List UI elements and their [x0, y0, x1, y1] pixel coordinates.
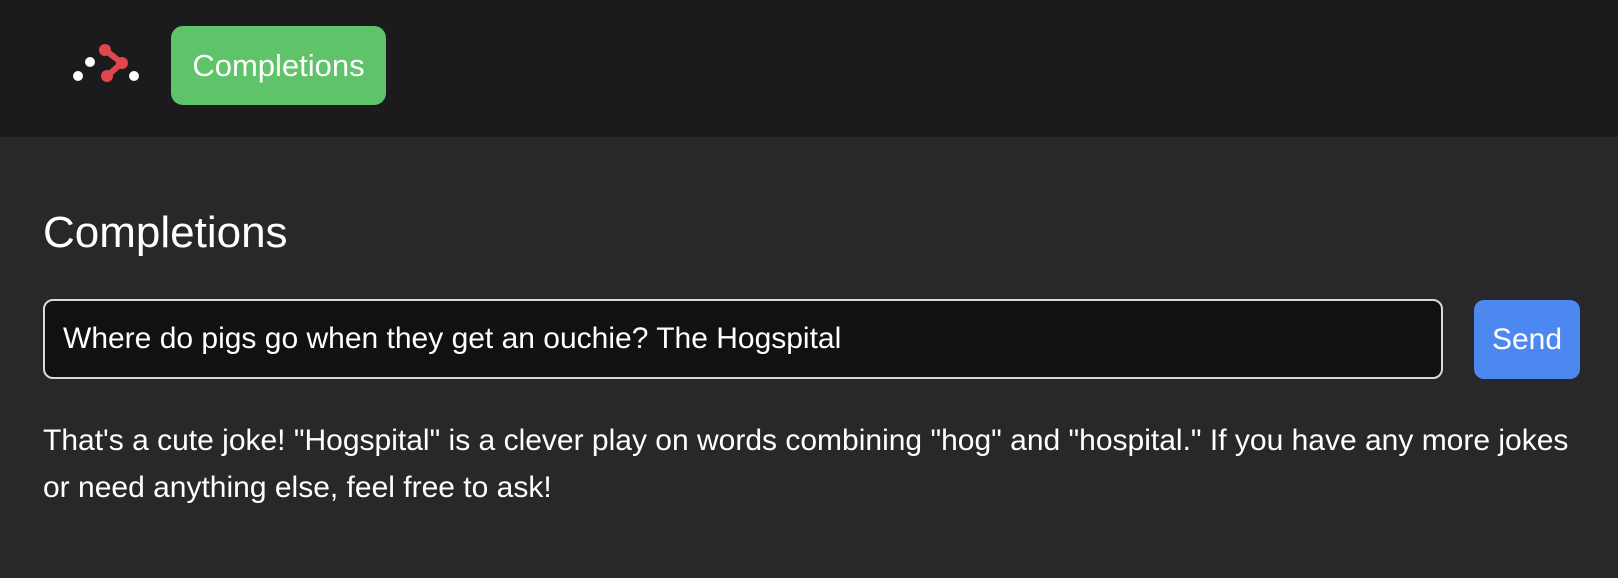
page-title: Completions [43, 208, 288, 257]
completion-response: That's a cute joke! "Hogspital" is a cle… [43, 424, 1569, 504]
prompt-input[interactable] [43, 299, 1443, 379]
app-window: Completions Completions Send That's a cu… [0, 0, 1618, 578]
top-navbar: Completions [0, 0, 1618, 137]
network-nodes-logo-icon[interactable] [70, 40, 142, 90]
send-button[interactable]: Send [1474, 300, 1580, 379]
completions-nav-button[interactable]: Completions [171, 26, 386, 105]
main-content: Completions Send That's a cute joke! "Ho… [0, 137, 1618, 578]
